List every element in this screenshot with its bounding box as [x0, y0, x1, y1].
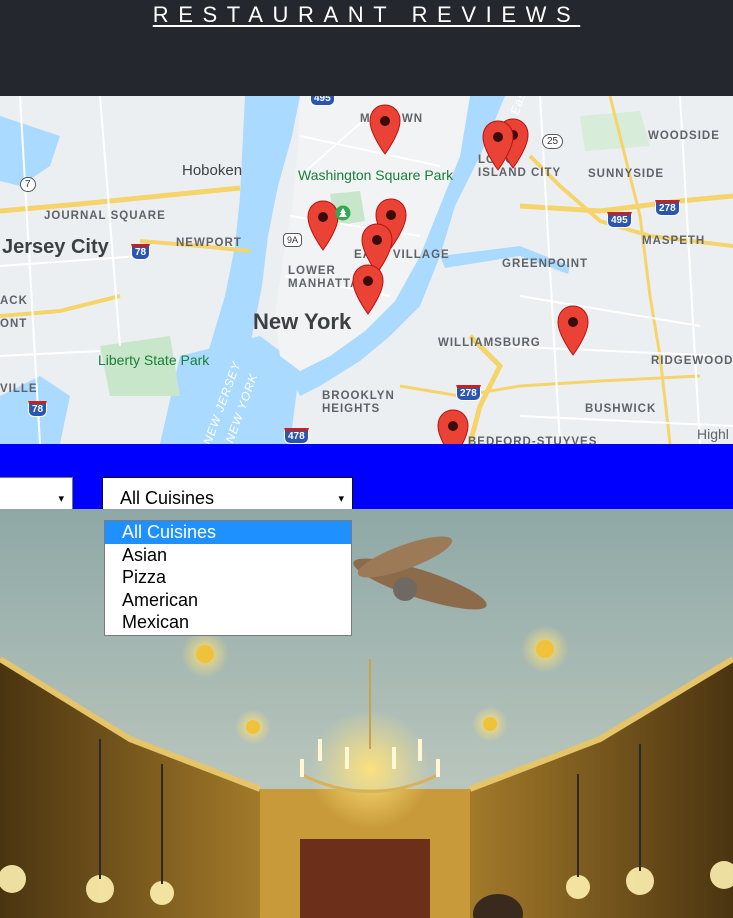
interstate-278-mid-shield: 278 — [456, 385, 481, 401]
map-label-liberty-state-park: Liberty State Park — [98, 352, 210, 368]
restaurant-marker[interactable] — [482, 120, 514, 172]
cuisine-option-all[interactable]: All Cuisines — [105, 521, 351, 544]
map-label-sunnyside: SUNNYSIDE — [588, 168, 665, 180]
route-9a-marker: 9A — [283, 233, 303, 247]
cuisine-select-value: All Cuisines — [120, 487, 215, 508]
route-25-marker: 25 — [542, 134, 564, 149]
map-label-highland: Highl — [697, 426, 729, 442]
map-label-ont: ONT — [0, 318, 28, 330]
restaurant-marker[interactable] — [369, 104, 401, 156]
cuisine-option-pizza[interactable]: Pizza — [105, 566, 351, 589]
restaurant-map[interactable]: Hoboken JOURNAL SQUARE Jersey City NEWPO… — [0, 96, 733, 444]
map-label-ville: VILLE — [0, 383, 38, 395]
cuisine-dropdown-list: All Cuisines Asian Pizza American Mexica… — [104, 520, 352, 636]
route-7-marker: 7 — [20, 177, 36, 192]
map-label-new-york: New York — [253, 309, 352, 334]
map-label-bedford-stuyvesant: BEDFORD-STUYVES — [468, 436, 598, 444]
restaurant-marker[interactable] — [352, 264, 384, 316]
map-label-hoboken: Hoboken — [182, 162, 243, 179]
map-label-hack: ACK — [0, 295, 28, 307]
map-label-lower-manhattan: LOWER MANHATTAN — [288, 265, 369, 290]
map-label-brooklyn-heights: BROOKLYN HEIGHTS — [322, 390, 395, 415]
interstate-495-right-shield: 495 — [607, 212, 632, 228]
restaurant-marker[interactable] — [437, 409, 469, 444]
map-label-newport: NEWPORT — [176, 237, 242, 249]
cuisine-option-mexican[interactable]: Mexican — [105, 611, 351, 634]
chevron-down-icon: ▾ — [58, 493, 64, 505]
map-label-maspeth: MASPETH — [642, 235, 706, 247]
site-title: RESTAURANT REVIEWS — [152, 2, 581, 27]
map-label-journal-square: JOURNAL SQUARE — [44, 210, 166, 222]
interstate-78-bottom-shield: 78 — [28, 401, 48, 417]
map-label-bushwick: BUSHWICK — [585, 403, 657, 415]
restaurant-marker[interactable] — [557, 305, 589, 357]
map-label-woodside: WOODSIDE — [648, 130, 720, 142]
cuisine-option-american[interactable]: American — [105, 589, 351, 612]
interstate-78-shield: 78 — [131, 244, 151, 260]
map-label-greenpoint: GREENPOINT — [502, 258, 589, 270]
map-label-ridgewood: RIDGEWOOD — [651, 355, 733, 367]
interstate-495-shield: 495 — [310, 96, 335, 106]
map-label-williamsburg: WILLIAMSBURG — [438, 337, 541, 349]
interstate-478-shield: 478 — [284, 428, 309, 444]
site-header: RESTAURANT REVIEWS — [0, 0, 733, 96]
chevron-down-icon: ▾ — [338, 493, 344, 505]
map-label-jersey-city: Jersey City — [2, 236, 109, 258]
interstate-278-shield: 278 — [655, 200, 680, 216]
map-label-washington-square-park: Washington Square Park — [298, 167, 454, 183]
cuisine-option-asian[interactable]: Asian — [105, 544, 351, 567]
park-icon — [335, 205, 351, 221]
